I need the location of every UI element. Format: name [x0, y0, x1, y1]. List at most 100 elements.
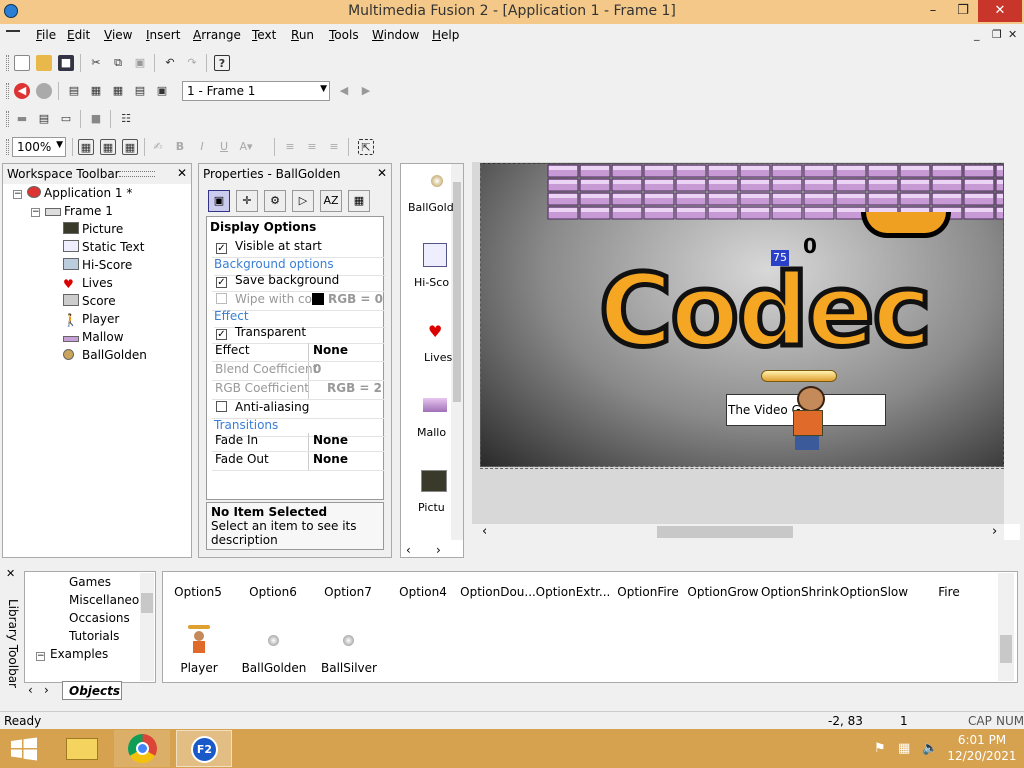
tab-display-icon[interactable]: ▣	[208, 190, 230, 212]
tab-values-icon[interactable]: AZ	[320, 190, 342, 212]
ballgolden-thumb[interactable]	[431, 175, 443, 187]
menu-arrange[interactable]: Arrange	[193, 28, 241, 42]
mdi-minimize-icon[interactable]: _	[974, 28, 980, 41]
scrollbar-thumb[interactable]	[453, 182, 461, 402]
menu-edit[interactable]: Edit	[67, 28, 90, 42]
bold-icon[interactable]: B	[172, 139, 188, 155]
close-button[interactable]: ✕	[978, 0, 1022, 22]
tree-object-score[interactable]: Score	[63, 294, 116, 308]
restore-button[interactable]: ❐	[948, 0, 978, 22]
vertical-scrollbar[interactable]	[1004, 162, 1020, 524]
object-list-item[interactable]: Lives	[424, 351, 452, 364]
toolbar-grip[interactable]	[6, 55, 9, 71]
player-head[interactable]	[797, 386, 825, 412]
select-icon[interactable]: ⇱	[358, 139, 374, 155]
effect-row[interactable]: Effect None	[212, 343, 384, 362]
menu-file[interactable]: File	[36, 28, 56, 42]
undo-icon[interactable]: ↶	[162, 55, 178, 71]
volume-icon[interactable]: 🔈	[922, 741, 938, 756]
text-color-icon[interactable]: A▾	[238, 139, 254, 155]
library-tree-tutorials[interactable]: Tutorials	[69, 629, 119, 643]
storyboard-icon[interactable]: ▤	[66, 83, 82, 99]
tree-object-lives[interactable]: ♥ Lives	[63, 276, 113, 291]
paste-icon[interactable]: ▣	[132, 55, 148, 71]
player-legs[interactable]	[795, 436, 819, 450]
object-list-item[interactable]: BallGold	[408, 201, 454, 214]
zoom-select[interactable]: 100% ▼	[12, 137, 66, 157]
mallow-thumb[interactable]	[423, 398, 447, 412]
system-menu-icon[interactable]	[6, 30, 20, 32]
object-list-item[interactable]: Mallo	[417, 426, 446, 439]
horizontal-scrollbar-thumb[interactable]	[657, 526, 793, 538]
grid-toggle-icon[interactable]: ▦	[100, 139, 116, 155]
scrollbar-thumb[interactable]	[1000, 635, 1012, 663]
scroll-right-icon[interactable]: ›	[44, 683, 49, 697]
next-frame-icon[interactable]: ▶	[358, 83, 374, 99]
player-icon[interactable]	[188, 625, 210, 653]
scroll-right-icon[interactable]: ›	[436, 543, 441, 557]
library-object-ballgolden[interactable]: BallGolden	[234, 661, 314, 675]
picture-thumb[interactable]	[421, 470, 447, 492]
rgb-coefficient-row[interactable]: RGB Coefficient RGB = 2	[212, 381, 384, 400]
windows-start-icon[interactable]	[10, 737, 38, 761]
library-object[interactable]: OptionDou...	[458, 585, 538, 599]
scroll-left-icon[interactable]: ‹	[28, 683, 33, 697]
clock-date[interactable]: 12/20/2021	[946, 749, 1018, 763]
align-left-icon[interactable]: ≡	[282, 139, 298, 155]
close-icon[interactable]: ✕	[177, 166, 187, 180]
library-object[interactable]: Fire	[909, 585, 989, 599]
menu-help[interactable]: Help	[432, 28, 459, 42]
event-list-icon[interactable]: ▤	[132, 83, 148, 99]
paddle-player-bar[interactable]	[761, 370, 837, 382]
tab-movement-icon[interactable]: ⚙	[264, 190, 286, 212]
library-tree-examples[interactable]: Examples	[50, 647, 108, 661]
font-icon[interactable]: ✍	[150, 139, 166, 155]
object-list-item[interactable]: Pictu	[418, 501, 445, 514]
game-scene[interactable]: 75 0 Codec The Video G	[480, 163, 1004, 467]
codec-logo[interactable]: Codec	[597, 253, 935, 368]
library-tree-scrollbar[interactable]	[140, 573, 154, 681]
transparency-icon[interactable]: ☷	[118, 111, 134, 127]
library-object-ballsilver[interactable]: BallSilver	[309, 661, 389, 675]
library-object[interactable]: OptionFire	[608, 585, 688, 599]
scroll-left-icon[interactable]: ‹	[406, 543, 411, 557]
close-icon[interactable]: ✕	[377, 166, 387, 180]
transparent-checkbox[interactable]: ✓	[216, 329, 227, 340]
tab-runtime-icon[interactable]: ▷	[292, 190, 314, 212]
new-icon[interactable]	[14, 55, 30, 71]
color-swatch[interactable]	[312, 293, 324, 305]
tree-object-picture[interactable]: Picture	[63, 222, 123, 236]
menu-tools[interactable]: Tools	[329, 28, 359, 42]
scroll-right-icon[interactable]: ›	[992, 524, 997, 539]
italic-icon[interactable]: I	[194, 139, 210, 155]
ball-icon[interactable]	[268, 635, 279, 646]
blend-coefficient-row[interactable]: Blend Coefficient 0	[212, 362, 384, 381]
wipe-with-color-checkbox[interactable]	[216, 293, 227, 304]
library-tree-occasions[interactable]: Occasions	[69, 611, 130, 625]
fusion-app-button[interactable]: F2	[176, 730, 232, 767]
collapse-icon[interactable]: −	[13, 190, 22, 199]
stop-square-icon[interactable]: ■	[88, 111, 104, 127]
toolbar-grip-2[interactable]	[6, 83, 9, 99]
tab-events-icon[interactable]: ▦	[348, 190, 370, 212]
minimize-button[interactable]: –	[918, 0, 948, 22]
library-object[interactable]: OptionGrow	[683, 585, 763, 599]
heart-icon[interactable]: ♥	[428, 322, 442, 341]
tab-size-icon[interactable]: ✛	[236, 190, 258, 212]
library-object[interactable]: Option5	[158, 585, 238, 599]
ball-icon[interactable]	[343, 635, 354, 646]
open-icon[interactable]	[36, 55, 52, 71]
tree-object-static-text[interactable]: Static Text	[63, 240, 144, 254]
cut-icon[interactable]: ✂	[88, 55, 104, 71]
menu-insert[interactable]: Insert	[146, 28, 180, 42]
tab-objects[interactable]: Objects	[62, 681, 122, 700]
previous-frame-icon[interactable]: ◀	[336, 83, 352, 99]
toolbar-grip-4[interactable]	[6, 139, 9, 155]
library-object[interactable]: OptionExtr...	[533, 585, 613, 599]
visible-at-start-row[interactable]: ✓ Visible at start	[212, 239, 384, 258]
library-tree-games[interactable]: Games	[69, 575, 111, 589]
anti-aliasing-row[interactable]: Anti-aliasing	[212, 400, 384, 419]
show-grid-icon[interactable]: ▦	[122, 139, 138, 155]
mdi-restore-icon[interactable]: ❐	[992, 28, 1002, 41]
help-icon[interactable]: ?	[214, 55, 230, 71]
